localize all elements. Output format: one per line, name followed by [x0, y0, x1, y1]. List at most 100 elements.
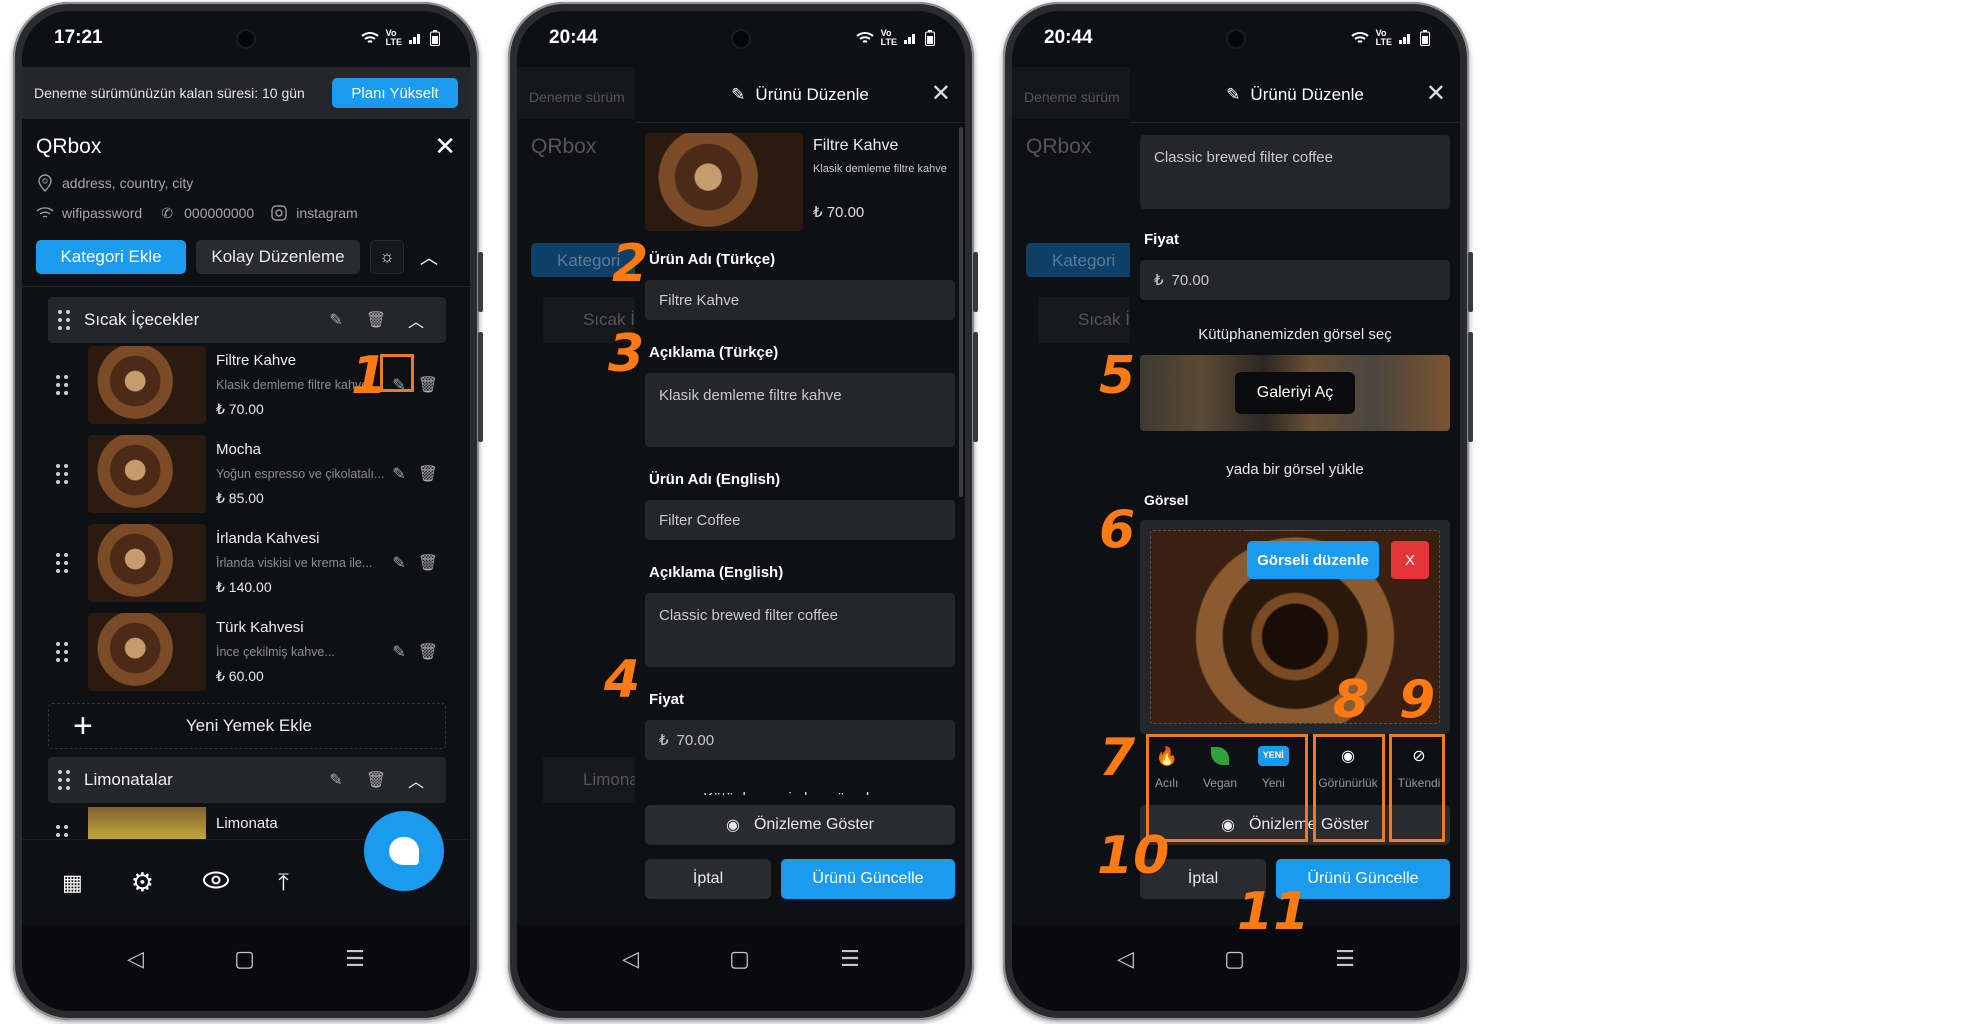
menu-item-row[interactable]: Mocha Yoğun espresso ve çikolatalı... ₺ 85… — [48, 434, 446, 514]
drag-handle-icon[interactable] — [56, 642, 68, 662]
add-item-label: Yeni Yemek Ekle — [185, 716, 312, 735]
wifi-icon — [1350, 32, 1369, 43]
nav-home-icon[interactable]: ▢ — [729, 946, 750, 972]
settings-gear-icon[interactable]: ⚙ — [131, 867, 154, 898]
panel-header: ✎ Ürünü Düzenle ✕ — [1130, 67, 1460, 123]
edit-category-icon[interactable]: ✎ — [316, 770, 356, 790]
preview-name: Filtre Kahve — [813, 137, 899, 154]
name-en-input[interactable]: Filter Coffee — [645, 500, 955, 540]
image-label: Görsel — [1144, 492, 1189, 508]
price-input[interactable]: ₺ 70.00 — [645, 720, 955, 760]
business-name-dimmed: QRbox — [531, 135, 597, 158]
delete-category-icon[interactable]: 🗑 — [356, 770, 396, 790]
instagram-icon — [270, 204, 288, 222]
menu-item-row[interactable]: Türk Kahvesi İnce çekilmiş kahve... ₺ 60.0… — [48, 612, 446, 692]
desc-tr-textarea[interactable]: Klasik demleme filtre kahve — [645, 373, 955, 447]
annotation-box-edit — [380, 354, 414, 392]
nav-home-icon[interactable]: ▢ — [234, 946, 255, 972]
update-product-button[interactable]: Ürünü Güncelle — [781, 859, 955, 899]
volte-icon: Vo LTE — [880, 28, 897, 47]
close-icon[interactable]: ✕ — [434, 131, 456, 162]
trial-text: Deneme sürümünüzün kalan süresi: 10 gün — [34, 85, 305, 101]
delete-category-icon[interactable]: 🗑 — [356, 310, 396, 330]
price-label: Fiyat — [1144, 231, 1180, 248]
item-price: ₺ 140.00 — [216, 579, 272, 595]
delete-item-icon[interactable]: 🗑 — [418, 642, 438, 662]
nav-recents-icon[interactable]: ☰ — [345, 946, 365, 972]
delete-item-icon[interactable]: 🗑 — [418, 553, 438, 573]
preview-eye-icon[interactable] — [202, 871, 230, 894]
product-preview-image — [645, 133, 803, 231]
edit-item-icon[interactable]: ✎ — [392, 642, 405, 662]
drag-handle-icon[interactable] — [56, 464, 68, 484]
gallery-strip[interactable]: Galeriyi Aç — [1140, 355, 1450, 431]
add-category-button[interactable]: Kategori Ekle — [36, 240, 186, 274]
price-input[interactable]: ₺ 70.00 — [1140, 260, 1450, 300]
annotation-box-visibility — [1313, 734, 1385, 842]
nav-back-icon[interactable]: ◁ — [622, 946, 639, 972]
item-price: ₺ 85.00 — [216, 490, 264, 506]
android-navbar: ◁ ▢ ☰ — [22, 925, 470, 1011]
name-tr-input[interactable]: Filtre Kahve — [645, 280, 955, 320]
upload-label: yada bir görsel yükle — [1226, 461, 1364, 478]
drag-handle-icon[interactable] — [58, 310, 70, 330]
open-gallery-button[interactable]: Galeriyi Aç — [1234, 372, 1356, 414]
business-address: address, country, city — [62, 175, 194, 191]
item-desc: İnce çekilmiş kahve... — [216, 645, 335, 659]
drag-handle-icon[interactable] — [56, 553, 68, 573]
show-preview-button[interactable]: ◉ Önizleme Göster — [645, 805, 955, 845]
annotation-9: 9 — [1399, 670, 1436, 730]
nav-back-icon[interactable]: ◁ — [127, 946, 144, 972]
collapse-category-icon[interactable]: ︿ — [396, 308, 436, 332]
edit-category-icon[interactable]: ✎ — [316, 310, 356, 330]
edit-image-button[interactable]: Görseli düzenle — [1247, 541, 1379, 579]
upgrade-plan-button[interactable]: Planı Yükselt — [332, 78, 458, 108]
signal-icon — [904, 34, 915, 44]
delete-item-icon[interactable]: 🗑 — [418, 375, 438, 395]
chat-fab-button[interactable] — [364, 811, 444, 891]
nav-recents-icon[interactable]: ☰ — [840, 946, 860, 972]
close-icon[interactable]: ✕ — [931, 79, 951, 108]
name-tr-label: Ürün Adı (Türkçe) — [649, 251, 776, 268]
cancel-button[interactable]: İptal — [645, 859, 771, 899]
wifi-icon — [360, 32, 379, 43]
nav-home-icon[interactable]: ▢ — [1224, 946, 1245, 972]
front-camera — [238, 31, 254, 47]
remove-image-button[interactable]: X — [1391, 541, 1429, 579]
edit-item-icon[interactable]: ✎ — [392, 464, 405, 484]
nav-back-icon[interactable]: ◁ — [1117, 946, 1134, 972]
item-name: İrlanda Kahvesi — [216, 530, 320, 547]
drag-handle-icon[interactable] — [58, 770, 70, 790]
annotation-2: 2 — [612, 234, 649, 294]
edit-item-icon[interactable]: ✎ — [392, 553, 405, 573]
menu-item-row[interactable]: İrlanda Kahvesi İrlanda viskisi ve krema … — [48, 523, 446, 603]
wifi-password: wifipassword — [62, 205, 143, 221]
close-icon[interactable]: ✕ — [1426, 79, 1446, 108]
business-instagram: instagram — [296, 205, 358, 221]
collapse-header-icon[interactable]: ︿ — [420, 244, 438, 270]
qr-code-icon[interactable]: ▦ — [62, 870, 83, 896]
add-item-button[interactable]: + Yeni Yemek Ekle — [48, 703, 446, 749]
easy-edit-button[interactable]: Kolay Düzenleme — [196, 240, 360, 274]
scroll-top-icon[interactable]: ⤒ — [278, 869, 289, 897]
item-desc: İrlanda viskisi ve krema ile... — [216, 556, 373, 570]
annotation-7: 7 — [1099, 728, 1136, 788]
delete-item-icon[interactable]: 🗑 — [418, 464, 438, 484]
item-desc: Yoğun espresso ve çikolatalı... — [216, 467, 385, 481]
category-row[interactable]: Limonatalar ✎ 🗑 ︿ — [48, 757, 446, 803]
nav-recents-icon[interactable]: ☰ — [1335, 946, 1355, 972]
annotation-3: 3 — [608, 324, 645, 384]
scrollbar[interactable] — [959, 127, 963, 497]
battery-icon — [1420, 30, 1430, 46]
item-thumbnail — [88, 435, 206, 513]
screen: 17:21 Vo LTE Deneme sürümünüzün kalan sür… — [22, 11, 470, 1011]
desc-en-textarea[interactable]: Classic brewed filter coffee — [645, 593, 955, 667]
drag-handle-icon[interactable] — [56, 375, 68, 395]
preview-price: ₺ 70.00 — [813, 204, 865, 221]
battery-icon — [430, 30, 440, 46]
desc-en-textarea[interactable]: Classic brewed filter coffee — [1140, 135, 1450, 209]
item-name: Limonata — [216, 815, 278, 832]
category-row[interactable]: Sıcak İçecekler ✎ 🗑 ︿ — [48, 297, 446, 343]
theme-toggle-button[interactable]: ☼ — [370, 240, 404, 274]
collapse-category-icon[interactable]: ︿ — [396, 768, 436, 792]
